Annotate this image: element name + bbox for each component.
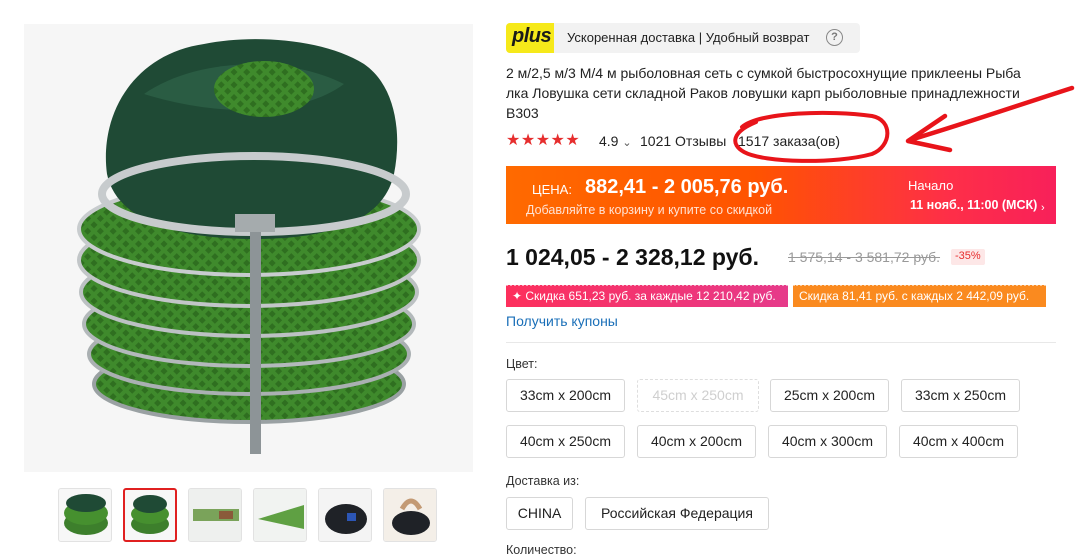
chevron-right-icon: › <box>1041 202 1045 214</box>
help-icon[interactable]: ? <box>826 29 843 46</box>
color-option-45x250: 45cm x 250cm <box>637 379 759 412</box>
sale-price-label: ЦЕНА: <box>532 182 572 197</box>
net-thumbnail-image <box>131 495 169 534</box>
color-option-40x200[interactable]: 40cm x 200cm <box>637 425 756 458</box>
coupon-select-discount[interactable]: Скидка 81,41 руб. с каждых 2 442,09 руб. <box>793 284 1046 307</box>
sale-banner[interactable]: ЦЕНА: 882,41 - 2 005,76 руб. Добавляйте … <box>506 166 1056 224</box>
divider <box>506 342 1056 343</box>
net-thumbnail-image <box>64 494 108 535</box>
delivery-option-china[interactable]: CHINA <box>506 497 573 530</box>
old-price: 1 575,14 - 3 581,72 руб. <box>788 249 941 265</box>
discount-badge: -35% <box>951 249 985 265</box>
thumbnail-4[interactable] <box>253 488 307 542</box>
sale-price: 882,41 - 2 005,76 руб. <box>585 176 789 198</box>
color-option-33x250[interactable]: 33cm x 250cm <box>901 379 1020 412</box>
fishing-net-image <box>77 39 421 454</box>
chevron-down-icon: ⌄ <box>622 137 632 149</box>
plus-benefits-bar: plus Ускоренная доставка | Удобный возвр… <box>506 23 860 53</box>
sale-subtext: Добавляйте в корзину и купите со скидкой <box>526 203 773 217</box>
bag-hand-thumbnail-image <box>384 489 436 541</box>
product-title-line: 2 м/2,5 м/3 М/4 м рыболовная сеть с сумк… <box>506 65 1021 81</box>
color-option-40x300[interactable]: 40cm x 300cm <box>768 425 887 458</box>
thumbnail-3[interactable] <box>188 488 242 542</box>
bag-thumbnail-image <box>319 489 371 541</box>
color-label: Цвет: <box>506 357 538 371</box>
quantity-label: Количество: <box>506 543 577 557</box>
plus-logo: plus <box>506 23 554 53</box>
delivery-from-label: Доставка из: <box>506 474 580 488</box>
product-title: 2 м/2,5 м/3 М/4 м рыболовная сеть с сумк… <box>506 64 1066 124</box>
thumbnail-6[interactable] <box>383 488 437 542</box>
sale-start-date: 11 нояб., 11:00 (МСК) <box>910 198 1038 212</box>
orders-count: 1517 заказа(ов) <box>738 133 841 149</box>
current-price: 1 024,05 - 2 328,12 руб. <box>506 244 760 270</box>
thumbnail-2[interactable] <box>123 488 177 542</box>
product-title-line: лка Ловушка сети складной Раков ловушки … <box>506 85 1020 101</box>
product-title-line: B303 <box>506 105 539 121</box>
plus-benefits-text: Ускоренная доставка | Удобный возврат <box>567 30 810 45</box>
main-product-image[interactable] <box>24 24 473 472</box>
color-option-40x400[interactable]: 40cm x 400cm <box>899 425 1018 458</box>
reviews-link[interactable]: 1021 Отзывы <box>640 133 726 149</box>
coupon-store-discount[interactable]: ✦ Скидка 651,23 руб. за каждые 12 210,42… <box>506 284 788 307</box>
thumbnail-5[interactable] <box>318 488 372 542</box>
net-in-use-thumbnail-image <box>189 489 241 541</box>
color-option-25x200[interactable]: 25cm x 200cm <box>770 379 889 412</box>
color-option-40x250[interactable]: 40cm x 250cm <box>506 425 625 458</box>
net-extended-thumbnail-image <box>254 489 306 541</box>
star-icon: ★★★★★ <box>506 132 581 149</box>
color-option-33x200[interactable]: 33cm x 200cm <box>506 379 625 412</box>
rating-value[interactable]: 4.9 ⌄ <box>599 133 632 149</box>
get-coupons-link[interactable]: Получить купоны <box>506 313 618 329</box>
sale-start-label: Начало <box>908 178 954 193</box>
thumbnail-1[interactable] <box>58 488 112 542</box>
delivery-option-russia[interactable]: Российская Федерация <box>585 497 769 530</box>
